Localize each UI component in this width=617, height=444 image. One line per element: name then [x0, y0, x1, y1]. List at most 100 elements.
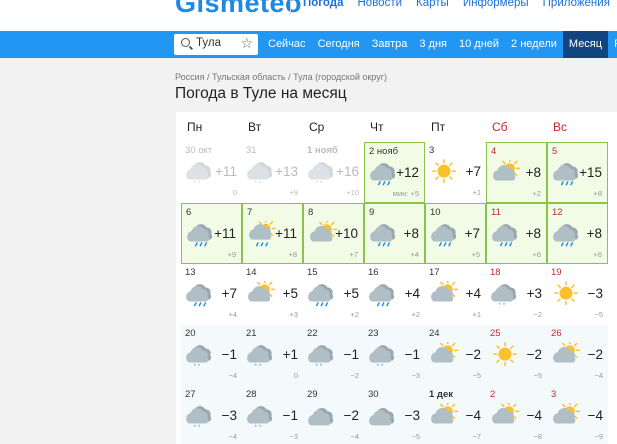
- day-cell[interactable]: 27 * * −3 −4: [181, 386, 242, 444]
- day-cell[interactable]: 5 +15 +8: [547, 142, 608, 203]
- weekday-header: Чт: [370, 120, 384, 134]
- day-date: 25: [490, 328, 501, 339]
- cloud-snow-icon: * *: [307, 342, 337, 370]
- day-cell[interactable]: 16 +4 +2: [364, 264, 425, 325]
- day-cell[interactable]: 14 +5 +3: [242, 264, 303, 325]
- tab-month[interactable]: Месяц: [562, 31, 609, 58]
- day-cell[interactable]: 1 нояб * * +16 +10: [303, 142, 364, 203]
- day-cell[interactable]: 30 окт * * +11 0: [181, 142, 242, 203]
- top-nav-apps[interactable]: Приложения: [543, 0, 610, 9]
- tab-today[interactable]: Сегодня: [312, 31, 366, 58]
- period-tabs: Сейчас Сегодня Завтра 3 дня 10 дней 2 не…: [262, 31, 617, 58]
- day-date: 23: [368, 328, 379, 339]
- day-max-temp: +8: [525, 165, 541, 180]
- day-cell[interactable]: 30 −3 −5: [364, 386, 425, 444]
- day-cell[interactable]: 25 −2 −5: [486, 325, 547, 386]
- sun-cloud-icon: [429, 339, 459, 370]
- cloud-snow-icon: * *: [246, 342, 276, 370]
- day-cell[interactable]: 7 +11 +8: [242, 203, 303, 264]
- day-cell[interactable]: 18 * * +3 −2: [486, 264, 547, 325]
- tab-now[interactable]: Сейчас: [262, 31, 312, 58]
- day-date: 2: [490, 389, 496, 400]
- day-max-temp: +5: [343, 286, 359, 301]
- day-date: 17: [429, 267, 440, 278]
- svg-text:* *: * *: [376, 363, 383, 370]
- day-cell[interactable]: 10 +7 +5: [425, 203, 486, 264]
- top-nav-informers[interactable]: Информеры: [463, 0, 529, 9]
- day-max-temp: −2: [526, 347, 542, 362]
- day-cell[interactable]: 9 +8 +4: [364, 203, 425, 264]
- search-icon: [181, 38, 190, 47]
- day-cell[interactable]: 29 −2 −4: [303, 386, 364, 444]
- sun-icon: [490, 342, 520, 370]
- sun-cloud-icon: [308, 218, 338, 249]
- favorite-star-icon[interactable]: ☆: [240, 35, 253, 52]
- day-cell[interactable]: 8 +10 +7: [303, 203, 364, 264]
- weekday-header: Пн: [187, 120, 203, 134]
- day-date: 16: [368, 267, 379, 278]
- day-date: 9: [369, 207, 375, 218]
- day-date: 2 нояб: [369, 146, 399, 157]
- day-max-temp: +4: [465, 286, 481, 301]
- day-max-temp: +7: [221, 286, 237, 301]
- day-min-temp: +6: [532, 250, 541, 259]
- top-nav-news[interactable]: Новости: [358, 0, 403, 9]
- day-cell[interactable]: 12 +8 +6: [547, 203, 608, 264]
- day-cell[interactable]: 3 +7 +1: [425, 142, 486, 203]
- svg-text:* *: * *: [315, 363, 322, 370]
- day-date: 28: [246, 389, 257, 400]
- day-cell[interactable]: 1 дек −4 −7: [425, 386, 486, 444]
- day-max-temp: −1: [221, 347, 237, 362]
- day-cell[interactable]: 31 * * +13 +9: [242, 142, 303, 203]
- day-max-temp: +7: [465, 164, 481, 179]
- day-date: 3: [429, 145, 435, 156]
- tab-3-days[interactable]: 3 дня: [413, 31, 453, 58]
- weekday-header: Вт: [248, 120, 262, 134]
- day-date: 26: [551, 328, 562, 339]
- city-search-box[interactable]: Тула ☆: [174, 34, 258, 55]
- day-cell[interactable]: 17 +4 +1: [425, 264, 486, 325]
- gismeteo-logo[interactable]: Gismeteo: [175, 0, 302, 19]
- tab-10-days[interactable]: 10 дней: [453, 31, 505, 58]
- tab-tomorrow[interactable]: Завтра: [366, 31, 414, 58]
- day-date: 29: [307, 389, 318, 400]
- day-max-temp: +3: [526, 286, 542, 301]
- day-date: 15: [307, 267, 318, 278]
- cloud-snow-icon: * *: [185, 342, 215, 370]
- day-cell[interactable]: 23 * * −1 −3: [364, 325, 425, 386]
- day-date: 7: [247, 207, 253, 218]
- day-cell[interactable]: 2 −4 −8: [486, 386, 547, 444]
- day-cell[interactable]: 19 −3 −5: [547, 264, 608, 325]
- day-date: 30 окт: [185, 145, 213, 156]
- cloud-rain-icon: [369, 160, 399, 188]
- top-nav: Погода Новости Карты Информеры Приложени…: [303, 0, 617, 9]
- sun-icon: [429, 159, 459, 187]
- tab-radar[interactable]: Рад: [608, 31, 617, 58]
- day-cell[interactable]: 6 +11 +9: [181, 203, 242, 264]
- day-cell[interactable]: 20 * * −1 −4: [181, 325, 242, 386]
- day-cell[interactable]: 15 +5 +2: [303, 264, 364, 325]
- search-city-value[interactable]: Тула: [196, 37, 221, 49]
- day-cell[interactable]: 4 +8 +2: [486, 142, 547, 203]
- day-cell[interactable]: 24 −2 −5: [425, 325, 486, 386]
- day-min-temp: мин: +5: [392, 189, 419, 198]
- day-cell[interactable]: 3 −4 −9: [547, 386, 608, 444]
- cloud-rain-icon: [185, 281, 215, 309]
- top-nav-weather[interactable]: Погода: [303, 0, 344, 9]
- sun-cloud-icon: [429, 278, 459, 309]
- breadcrumb[interactable]: Россия / Тульская область / Тула (городс…: [175, 72, 387, 82]
- day-cell[interactable]: 21 * * +1 0: [242, 325, 303, 386]
- cloud-snow-icon: * *: [307, 159, 337, 187]
- top-nav-maps[interactable]: Карты: [416, 0, 449, 9]
- cloud-snow-icon: * *: [246, 159, 276, 187]
- sun-cloud-icon: [551, 339, 581, 370]
- day-cell[interactable]: 26 −2 −4: [547, 325, 608, 386]
- tab-2-weeks[interactable]: 2 недели: [505, 31, 563, 58]
- day-cell[interactable]: 13 +7 +4: [181, 264, 242, 325]
- day-cell[interactable]: 28 * * −1 −3: [242, 386, 303, 444]
- day-max-temp: −2: [465, 347, 481, 362]
- day-cell[interactable]: 22 * * −1 −2: [303, 325, 364, 386]
- day-max-temp: +13: [275, 164, 298, 179]
- day-cell[interactable]: 11 +8 +6: [486, 203, 547, 264]
- day-cell[interactable]: 2 нояб +12 мин: +5: [364, 142, 425, 203]
